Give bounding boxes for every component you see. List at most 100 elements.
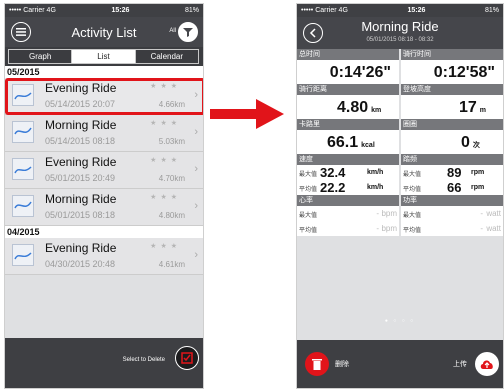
view-segmented-control: Graph List Calendar (5, 47, 203, 66)
cadence-label: 踏频 (401, 154, 503, 165)
climb-value: 17 (459, 99, 477, 116)
month-header: 05/2015 (5, 66, 203, 78)
avg-label: 平均值 (299, 228, 318, 234)
riding-time-label: 骑行时间 (401, 49, 503, 60)
upload-label: 上传 (453, 361, 467, 368)
bottom-toolbar: Select to Delete (5, 338, 203, 388)
calorie-label: 卡路里 (297, 119, 399, 130)
tab-graph[interactable]: Graph (8, 49, 73, 64)
nav-bar: Morning Ride 05/01/2015 08:18 - 08:32 (297, 17, 503, 49)
riding-time-cell: 0:12'58" (401, 60, 503, 84)
laps-unit: 次 (472, 142, 480, 149)
rating-stars: ★★★ (150, 157, 181, 164)
cloud-upload-icon (480, 360, 493, 369)
checkbox-icon (181, 352, 193, 364)
power-max-value: - (480, 209, 483, 218)
ride-time-range: 05/01/2015 08:18 - 08:32 (366, 37, 434, 43)
calorie-cell: 66.1 kcal (297, 130, 399, 154)
network-label: 4G (338, 7, 348, 14)
activity-row[interactable]: Morning Ride 05/14/2015 08:18 ★★★ 5.03km… (5, 115, 203, 152)
carrier-label: ••••• Carrier (9, 7, 45, 14)
cadence-max-value: 89 (447, 165, 462, 180)
activity-date: 04/30/2015 20:48 (45, 259, 116, 269)
delete-label: 删除 (335, 361, 349, 368)
filter-icon (183, 28, 193, 37)
activity-distance: 4.70km (158, 174, 185, 183)
month-header: 04/2015 (5, 226, 203, 238)
carrier-label: ••••• Carrier (301, 7, 337, 14)
chevron-right-icon: › (194, 249, 198, 261)
distance-value: 4.80 (337, 99, 369, 116)
activity-row[interactable]: Evening Ride 04/30/2015 20:48 ★★★ 4.61km… (5, 238, 203, 275)
distance-readout: 4.80 km (337, 99, 381, 117)
transition-arrow (210, 99, 284, 134)
speed-avg-value: 22.2 (320, 180, 346, 195)
speed-unit: km/h (367, 184, 384, 191)
calorie-unit: kcal (361, 142, 375, 149)
route-thumbnail (12, 244, 34, 266)
battery-label: 81% (484, 7, 499, 14)
laps-cell: 0次 (401, 130, 503, 154)
delete-button[interactable] (305, 352, 329, 376)
activity-row[interactable]: Evening Ride 05/01/2015 20:49 ★★★ 4.70km… (5, 152, 203, 189)
power-avg-value: - (480, 224, 483, 233)
power-label: 功率 (401, 195, 503, 206)
rating-stars: ★★★ (150, 243, 181, 250)
upload-button[interactable] (475, 352, 499, 376)
arrow-right-icon (210, 99, 284, 129)
hr-unit: bpm (381, 224, 397, 233)
menu-button[interactable] (11, 22, 31, 42)
battery-label: 81% (184, 7, 199, 14)
riding-time-value: 0:12'58" (433, 64, 495, 81)
trash-icon (312, 359, 322, 370)
avg-label: 平均值 (403, 187, 422, 193)
hr-max-row: 最大值 - bpm (297, 206, 399, 221)
laps-label: 圈圈 (401, 119, 503, 130)
tab-list[interactable]: List (71, 49, 136, 64)
filter-button[interactable] (178, 22, 198, 42)
power-avg-row: 平均值 - watt (401, 221, 503, 236)
chevron-right-icon: › (194, 163, 198, 175)
activity-distance: 4.80km (158, 211, 185, 220)
menu-icon (16, 28, 26, 36)
rating-stars: ★★★ (150, 120, 181, 127)
activity-date: 05/14/2015 08:18 (45, 136, 116, 146)
route-thumbnail (12, 121, 34, 143)
page-title: Morning Ride (361, 19, 439, 34)
activity-title: Evening Ride (45, 241, 117, 255)
cadence-avg-value: 66 (447, 180, 462, 195)
selection-highlight (5, 78, 203, 115)
activity-row[interactable]: Evening Ride 05/14/2015 20:07 ★★★ 4.66km… (5, 78, 203, 115)
activity-row[interactable]: Morning Ride 05/01/2015 08:18 ★★★ 4.80km… (5, 189, 203, 226)
max-label: 最大值 (403, 213, 422, 219)
distance-unit: km (371, 107, 382, 114)
chevron-right-icon: › (194, 200, 198, 212)
laps-readout: 0次 (461, 134, 480, 152)
heart-rate-label: 心率 (297, 195, 399, 206)
page-title: Activity List (71, 24, 137, 40)
page-indicator[interactable]: ● ○ ○ ○ (297, 318, 503, 324)
chevron-right-icon: › (194, 126, 198, 138)
total-time-value: 0:14'26" (329, 64, 391, 81)
route-thumbnail (12, 158, 34, 180)
max-label: 最大值 (403, 172, 422, 178)
cadence-avg-row: 平均值 66 rpm (401, 180, 503, 195)
status-time: 15:26 (407, 7, 426, 14)
cadence-max-row: 最大值 89 rpm (401, 165, 503, 180)
hr-avg-value: - (376, 224, 379, 233)
activity-title: Morning Ride (45, 192, 117, 206)
bottom-toolbar: 删除 上传 (297, 340, 503, 388)
speed-unit: km/h (367, 169, 384, 176)
total-time-label: 总时间 (297, 49, 399, 60)
activity-date: 05/01/2015 08:18 (45, 210, 116, 220)
nav-bar: Activity List All (5, 17, 203, 47)
stats-grid: 总时间 骑行时间 0:14'26" 0:12'58" 骑行距离 登坡高度 4.8… (297, 49, 503, 236)
select-delete-button[interactable] (175, 346, 199, 370)
cadence-unit: rpm (471, 169, 485, 176)
speed-avg-row: 平均值 22.2 km/h (297, 180, 399, 195)
activity-distance: 4.61km (158, 260, 185, 269)
power-unit: watt (486, 224, 501, 233)
route-thumbnail (12, 195, 34, 217)
laps-value: 0 (461, 134, 470, 151)
tab-calendar[interactable]: Calendar (134, 49, 199, 64)
